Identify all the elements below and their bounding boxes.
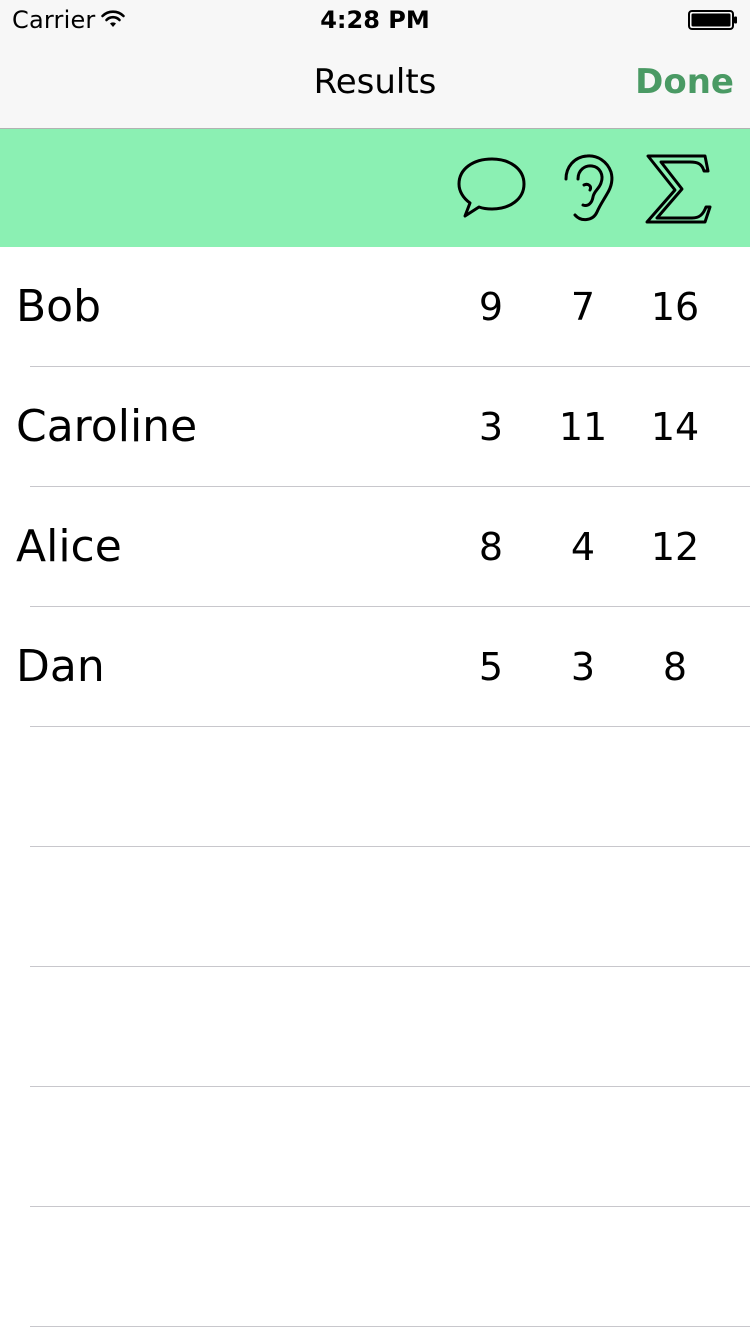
player-name: Caroline — [16, 401, 198, 452]
player-name: Bob — [16, 281, 102, 332]
listened-count: 4 — [570, 525, 596, 569]
results-screen: Carrier 4:28 PM Results Done Bob 9 7 16 … — [0, 0, 750, 1334]
table-row[interactable]: Caroline 3 11 14 — [0, 367, 750, 487]
speech-bubble-icon — [452, 149, 532, 227]
total-count: 12 — [650, 525, 700, 569]
column-header-band — [0, 129, 750, 247]
total-count: 8 — [662, 645, 688, 689]
table-row[interactable]: Alice 8 4 12 — [0, 487, 750, 607]
navigation-bar: Results Done — [0, 40, 750, 129]
listened-count: 3 — [570, 645, 596, 689]
spoken-count: 9 — [478, 285, 504, 329]
spoken-count: 8 — [478, 525, 504, 569]
status-time: 4:28 PM — [320, 6, 430, 34]
empty-row — [0, 1087, 750, 1207]
listened-count: 7 — [570, 285, 596, 329]
spoken-count: 5 — [478, 645, 504, 689]
listened-count: 11 — [558, 405, 608, 449]
ear-icon — [545, 149, 625, 227]
total-count: 14 — [650, 405, 700, 449]
empty-row — [0, 727, 750, 847]
done-button[interactable]: Done — [635, 62, 734, 102]
table-row[interactable]: Dan 5 3 8 — [0, 607, 750, 727]
results-table: Bob 9 7 16 Caroline 3 11 14 Alice 8 4 12… — [0, 247, 750, 1327]
sigma-icon — [637, 149, 717, 227]
table-row[interactable]: Bob 9 7 16 — [0, 247, 750, 367]
battery-icon — [688, 10, 738, 30]
status-bar: Carrier 4:28 PM — [0, 0, 750, 40]
empty-row — [0, 967, 750, 1087]
empty-row — [0, 1207, 750, 1327]
player-name: Alice — [16, 521, 122, 572]
total-count: 16 — [650, 285, 700, 329]
row-divider — [30, 1326, 750, 1327]
player-name: Dan — [16, 641, 105, 692]
empty-row — [0, 847, 750, 967]
spoken-count: 3 — [478, 405, 504, 449]
